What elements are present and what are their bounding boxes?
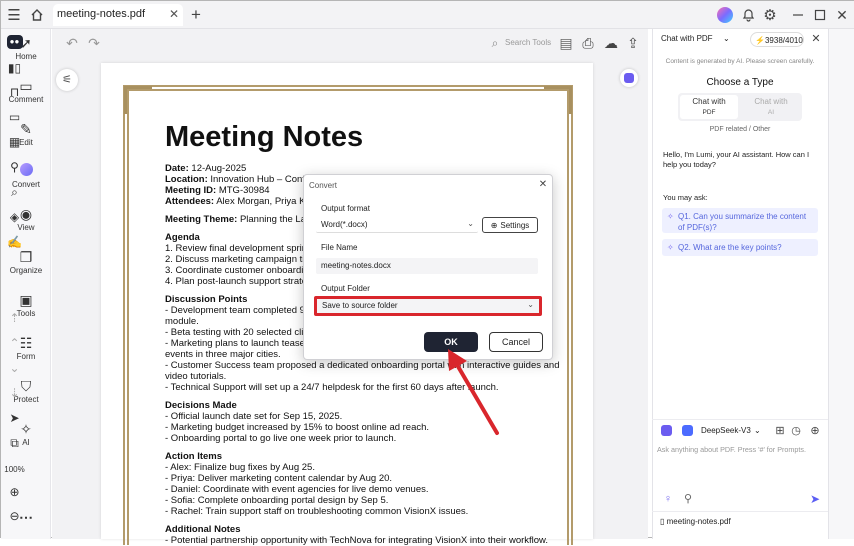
deepseek-logo-icon [682, 425, 693, 436]
chat-input[interactable]: Ask anything about PDF. Press '#' for Pr… [657, 445, 823, 454]
type-caption: PDF related / Other [709, 126, 771, 133]
thumbnails-icon[interactable]: ▦ [1, 135, 28, 149]
model-select[interactable]: DeepSeek-V3 ⌄ [701, 426, 763, 438]
select-cursor-icon[interactable]: ➤ [1, 411, 28, 425]
assistant-greeting: Hello, I'm Lumi, your AI assistant. How … [663, 150, 810, 169]
app-logo-icon[interactable] [661, 425, 672, 436]
panel-icon[interactable]: ▮▯ [1, 61, 28, 75]
close-panel-icon[interactable]: ✕ [809, 32, 823, 46]
page-down-icon[interactable]: ⌄ [1, 361, 28, 375]
option-sub: AI [767, 109, 775, 116]
fit-page-icon[interactable]: ⧉ [1, 436, 28, 450]
chat-ai-icon[interactable]: ●● [1, 33, 28, 49]
sparkle-icon: ✧ [667, 212, 674, 221]
new-chat-icon[interactable]: ⊞ [773, 424, 787, 438]
model-name: DeepSeek-V3 [701, 426, 751, 435]
option-title: Chat with [692, 97, 726, 106]
credits-badge[interactable]: ⚡3938/4010 [750, 32, 804, 47]
option-sub: PDF [702, 109, 716, 116]
right-toolbar [828, 29, 854, 539]
you-may-ask-label: You may ask: [663, 193, 708, 202]
page-up-icon[interactable]: ⌃ [1, 336, 28, 350]
history-icon[interactable]: ◷ [789, 424, 803, 438]
chat-header-label: Chat with PDF [661, 34, 713, 43]
attached-file-chip[interactable]: ▯ meeting-notes.pdf [660, 517, 780, 529]
question-text: Q2. What are the key points? [678, 243, 782, 252]
sparkle-icon: ✧ [667, 243, 674, 252]
lightning-icon: ⚡ [755, 36, 765, 45]
chevron-down-icon: ⌄ [723, 34, 730, 43]
choose-type-heading: Choose a Type [706, 77, 774, 88]
comment-list-icon[interactable]: ▭ [1, 110, 28, 124]
zoom-in-icon[interactable]: ⊕ [1, 485, 28, 499]
zoom-out-icon[interactable]: ⊖ [1, 509, 28, 523]
layers-icon[interactable]: ◈ [1, 210, 28, 224]
zoom-level[interactable]: 100% [1, 463, 28, 477]
chat-header-select[interactable]: Chat with PDF ⌄ [661, 34, 733, 48]
add-icon[interactable]: ⊕ [808, 424, 822, 438]
scroll-bottom-icon[interactable]: ⇣ [1, 386, 28, 400]
paperclip-icon[interactable]: ⚲ [681, 492, 695, 506]
question-text: Q1. Can you summarize the content of PDF… [678, 212, 807, 232]
suggested-question-1[interactable]: ✧ Q1. Can you summarize the content of PD… [662, 208, 818, 233]
chevron-down-icon: ⌄ [754, 426, 761, 435]
scroll-top-icon[interactable]: ⇡ [1, 311, 28, 325]
suggested-question-2[interactable]: ✧ Q2. What are the key points? [662, 239, 818, 256]
chat-with-ai-option[interactable]: Chat with AI [742, 95, 800, 119]
composer-divider [652, 419, 828, 420]
bookmark-icon[interactable]: ⊓ [1, 85, 28, 99]
ai-notice: Content is generated by AI. Please scree… [665, 58, 815, 65]
credits-value: 3938/4010 [764, 36, 803, 45]
attachment-icon[interactable]: ⚲ [1, 160, 28, 174]
chat-with-pdf-option[interactable]: Chat with PDF [680, 95, 738, 119]
attached-file-name: meeting-notes.pdf [666, 517, 731, 526]
attachment-divider [652, 511, 828, 512]
search-panel-icon[interactable]: ⌕ [1, 185, 28, 199]
file-icon: ▯ [660, 517, 665, 526]
option-title: Chat with [754, 97, 788, 106]
send-icon[interactable]: ➤ [808, 492, 822, 506]
signature-icon[interactable]: ✍ [1, 235, 28, 249]
lightbulb-icon[interactable]: ♀ [661, 492, 675, 506]
